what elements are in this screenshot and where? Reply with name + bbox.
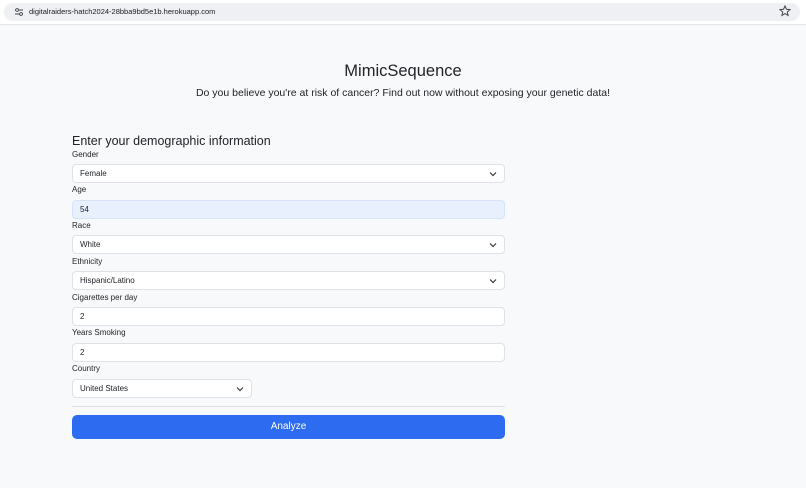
race-value: White xyxy=(80,240,101,249)
years-smoking-label: Years Smoking xyxy=(72,328,126,337)
gender-select[interactable]: Female xyxy=(72,164,505,183)
age-label: Age xyxy=(72,185,87,194)
country-select[interactable]: United States xyxy=(72,379,252,398)
analyze-button[interactable]: Analyze xyxy=(72,415,505,439)
page-subtitle: Do you believe you're at risk of cancer?… xyxy=(195,87,611,99)
chevron-down-icon xyxy=(489,243,497,248)
site-settings-icon[interactable] xyxy=(14,7,24,17)
race-label: Race xyxy=(72,221,91,230)
cigarettes-label: Cigarettes per day xyxy=(72,293,138,302)
ethnicity-value: Hispanic/Latino xyxy=(80,276,135,285)
chevron-down-icon xyxy=(236,387,244,392)
years-smoking-input[interactable]: 2 xyxy=(72,343,505,362)
years-smoking-value: 2 xyxy=(80,348,85,357)
form-divider xyxy=(72,406,505,407)
gender-label: Gender xyxy=(72,150,99,159)
chevron-down-icon xyxy=(489,279,497,284)
browser-address-bar: digitalraiders-hatch2024-28bba9bd5e1b.he… xyxy=(0,0,806,25)
country-value: United States xyxy=(80,384,129,393)
race-select[interactable]: White xyxy=(72,235,505,254)
chevron-down-icon xyxy=(489,172,497,177)
cigarettes-value: 2 xyxy=(80,312,85,321)
bookmark-star-icon[interactable] xyxy=(779,5,791,17)
ethnicity-select[interactable]: Hispanic/Latino xyxy=(72,271,505,290)
form-heading: Enter your demographic information xyxy=(72,134,271,148)
country-label: Country xyxy=(72,364,101,373)
page-title: MimicSequence xyxy=(344,62,462,80)
url-text: digitalraiders-hatch2024-28bba9bd5e1b.he… xyxy=(29,7,216,16)
url-field[interactable]: digitalraiders-hatch2024-28bba9bd5e1b.he… xyxy=(4,3,800,21)
age-input[interactable]: 54 xyxy=(72,200,505,219)
cigarettes-input[interactable]: 2 xyxy=(72,307,505,326)
ethnicity-label: Ethnicity xyxy=(72,257,103,266)
age-value: 54 xyxy=(80,205,89,214)
gender-value: Female xyxy=(80,169,107,178)
